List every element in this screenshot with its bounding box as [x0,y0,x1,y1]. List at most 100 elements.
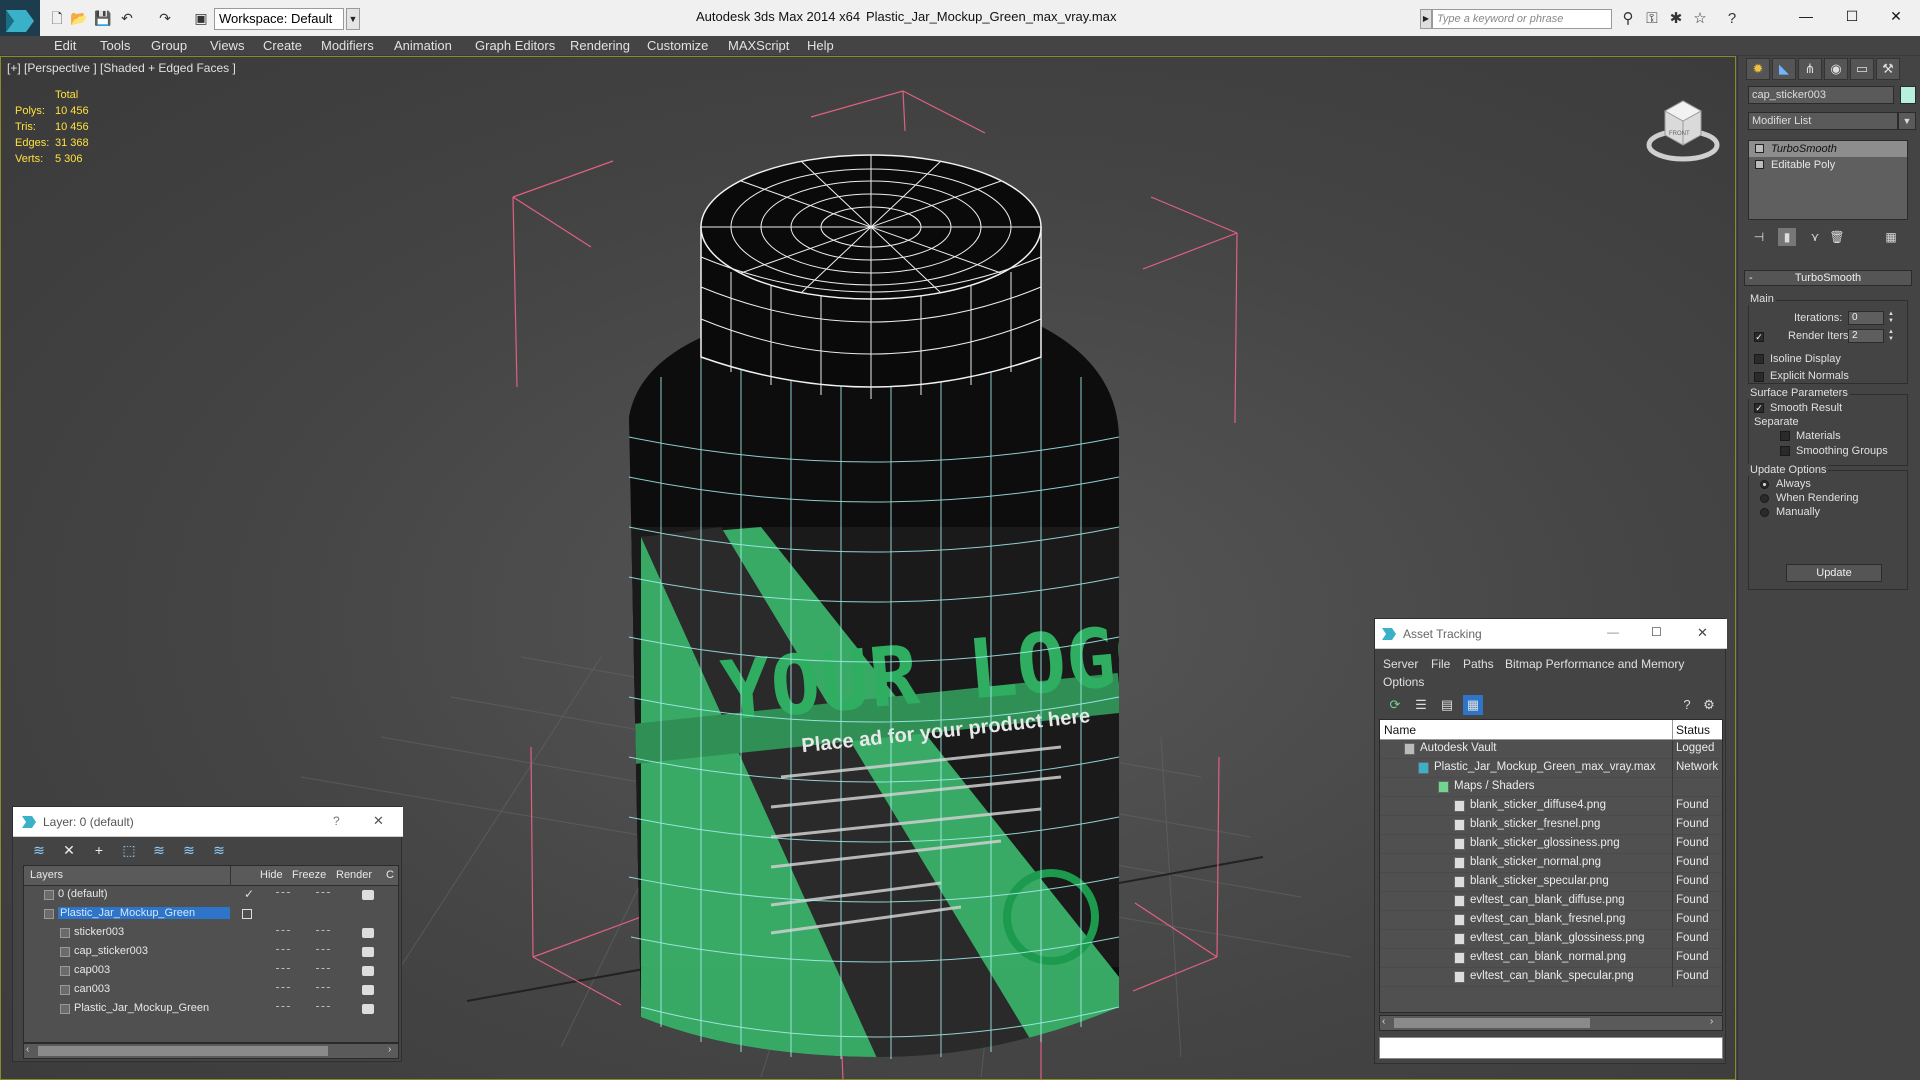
isoline-checkbox[interactable] [1754,354,1764,364]
modifier-list-dropdown[interactable]: Modifier List [1748,112,1898,130]
favorites-star-icon[interactable]: ☆ [1690,10,1710,28]
configure-sets-icon[interactable]: ▦ [1882,228,1900,246]
asset-row[interactable]: evltest_can_blank_glossiness.png Found [1380,930,1722,949]
menu-graph-editors[interactable]: Graph Editors [475,38,555,53]
turbosmooth-rollout-header[interactable]: - TurboSmooth [1744,270,1912,286]
freeze-toggle[interactable] [316,930,330,934]
hide-toggle[interactable] [276,930,290,934]
asset-row[interactable]: blank_sticker_glossiness.png Found [1380,835,1722,854]
save-file-icon[interactable]: 💾 [94,9,112,27]
hide-toggle[interactable] [276,968,290,972]
render-teapot-icon[interactable] [362,966,374,976]
viewcube-icon[interactable]: FRONT [1643,87,1723,167]
table-view-icon[interactable]: ▦ [1463,695,1483,715]
asset-row[interactable]: evltest_can_blank_normal.png Found [1380,949,1722,968]
menu-create[interactable]: Create [263,38,302,53]
close-button[interactable]: ✕ [1697,625,1708,641]
context-help-icon[interactable]: ⚙ [1699,695,1719,715]
hide-toggle[interactable] [276,1006,290,1010]
hierarchy-tab-icon[interactable]: ⋔ [1798,58,1822,80]
thumbnail-view-icon[interactable]: ▤ [1437,695,1457,715]
asset-path-field[interactable] [1379,1037,1723,1059]
menu-file[interactable]: File [1431,657,1450,671]
render-teapot-icon[interactable] [362,947,374,957]
iterations-spinner[interactable]: 0 [1848,311,1884,325]
lightbulb-icon[interactable] [1755,144,1764,153]
horizontal-scrollbar[interactable]: ‹ › [1379,1015,1723,1031]
always-radio[interactable] [1760,480,1769,489]
menu-help[interactable]: Help [807,38,834,53]
header-c[interactable]: C [386,869,394,881]
asset-row[interactable]: evltest_can_blank_specular.png Found [1380,968,1722,987]
update-button[interactable]: Update [1786,564,1882,582]
exchange-icon[interactable]: ✱ [1666,10,1686,28]
menu-modifiers[interactable]: Modifiers [321,38,374,53]
scroll-right-icon[interactable]: › [1710,1016,1713,1027]
undo-icon[interactable]: ↶ [118,9,136,27]
list-view-icon[interactable]: ☰ [1411,695,1431,715]
layer-row[interactable]: Plastic_Jar_Mockup_Green [24,905,398,924]
render-iters-checkbox[interactable]: ✓ [1754,332,1764,342]
chevron-down-icon[interactable]: ▼ [1898,112,1916,130]
object-name-field[interactable]: cap_sticker003 [1748,86,1894,104]
refresh-icon[interactable]: ⟳ [1385,695,1405,715]
select-in-layer-icon[interactable]: ⬚ [119,841,139,859]
layer-row[interactable]: 0 (default) ✓ [24,886,398,905]
menu-options[interactable]: Options [1383,675,1424,689]
asset-row[interactable]: Autodesk Vault Logged [1380,740,1722,759]
viewport-label[interactable]: [+] [Perspective ] [Shaded + Edged Faces… [7,61,236,75]
utilities-tab-icon[interactable]: ⚒ [1876,58,1900,80]
pin-stack-icon[interactable]: ⊣ [1750,228,1768,246]
render-teapot-icon[interactable] [362,1004,374,1014]
hide-all-layers-icon[interactable]: ≋ [179,841,199,859]
asset-row[interactable]: Plastic_Jar_Mockup_Green_max_vray.max Ne… [1380,759,1722,778]
layer-row[interactable]: can003 [24,981,398,1000]
delete-layer-icon[interactable]: ✕ [59,841,79,859]
binoculars-icon[interactable]: ⚲ [1618,10,1638,28]
menu-server[interactable]: Server [1383,657,1418,671]
minimize-button[interactable]: — [1607,625,1619,639]
search-input[interactable]: Type a keyword or phrase [1432,9,1612,29]
hide-toggle[interactable] [276,987,290,991]
menu-tools[interactable]: Tools [100,38,130,53]
freeze-toggle[interactable] [316,968,330,972]
freeze-toggle[interactable] [316,1006,330,1010]
freeze-toggle[interactable] [316,987,330,991]
explicit-normals-checkbox[interactable] [1754,372,1764,382]
asset-row[interactable]: Maps / Shaders [1380,778,1722,797]
render-iters-spinner[interactable]: 2 [1848,329,1884,343]
asset-row[interactable]: blank_sticker_normal.png Found [1380,854,1722,873]
horizontal-scrollbar[interactable]: ‹ › [23,1043,399,1059]
render-teapot-icon[interactable] [362,928,374,938]
scroll-left-icon[interactable]: ‹ [26,1044,29,1055]
manually-radio[interactable] [1760,508,1769,517]
stack-item-editable-poly[interactable]: Editable Poly [1749,157,1907,173]
scroll-right-icon[interactable]: › [388,1044,391,1055]
hide-toggle[interactable] [276,949,290,953]
freeze-toggle[interactable] [316,949,330,953]
create-layer-icon[interactable]: ≋ [29,841,49,859]
header-render[interactable]: Render [336,869,372,881]
asset-tracking-titlebar[interactable]: Asset Tracking — ☐ ✕ [1375,619,1727,649]
stack-item-turbosmooth[interactable]: TurboSmooth [1749,141,1907,157]
key-icon[interactable]: ⚿ [1642,10,1662,28]
current-layer-check-icon[interactable]: ✓ [244,887,254,901]
render-teapot-icon[interactable] [362,890,374,900]
menu-group[interactable]: Group [151,38,187,53]
materials-checkbox[interactable] [1780,431,1790,441]
create-tab-icon[interactable]: ✹ [1746,58,1770,80]
open-file-icon[interactable]: 📂 [70,9,88,27]
collapse-icon[interactable]: - [1749,271,1753,285]
layer-row[interactable]: cap_sticker003 [24,943,398,962]
asset-row[interactable]: blank_sticker_fresnel.png Found [1380,816,1722,835]
redo-icon[interactable]: ↷ [156,9,174,27]
freeze-toggle[interactable] [316,892,330,896]
maximize-button[interactable]: ☐ [1830,4,1874,28]
scrollbar-thumb[interactable] [38,1046,328,1056]
modify-tab-icon[interactable]: ◣ [1772,58,1796,80]
highlight-layer-icon[interactable]: ≋ [149,841,169,859]
smoothing-groups-checkbox[interactable] [1780,446,1790,456]
search-expand-icon[interactable]: ▶ [1420,9,1432,29]
object-color-swatch[interactable] [1900,86,1916,104]
close-button[interactable]: ✕ [373,813,384,829]
